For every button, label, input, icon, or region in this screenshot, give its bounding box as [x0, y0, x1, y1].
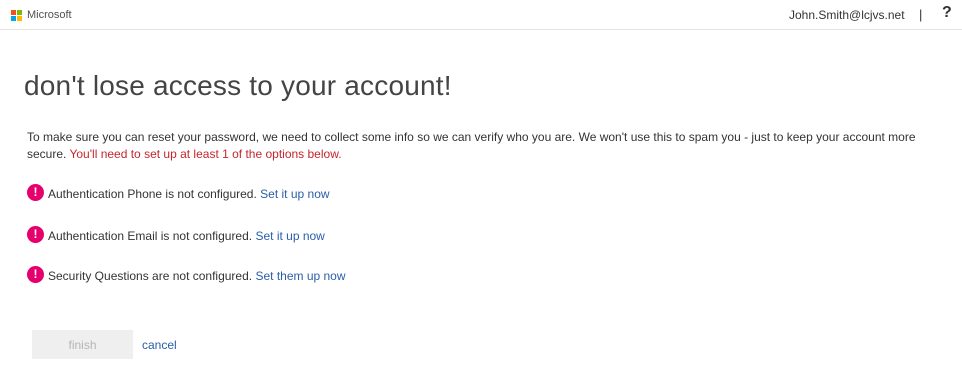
setup-phone-link[interactable]: Set it up now	[260, 187, 329, 201]
requirement-text: You'll need to set up at least 1 of the …	[69, 147, 342, 161]
page-title: don't lose access to your account!	[24, 70, 452, 101]
warning-icon: !	[27, 226, 44, 243]
cancel-link[interactable]: cancel	[142, 338, 177, 352]
intro-text: To make sure you can reset your password…	[27, 129, 937, 163]
setup-questions-link[interactable]: Set them up now	[255, 269, 345, 283]
setup-email-link[interactable]: Set it up now	[255, 229, 324, 243]
item-label: Authentication Email is not configured. …	[48, 229, 325, 243]
top-bar: Microsoft John.Smith@lcjvs.net | ?	[0, 0, 962, 30]
microsoft-logo-icon	[11, 10, 23, 22]
auth-email-status: Authentication Email is not configured.	[48, 229, 253, 243]
security-questions-status: Security Questions are not configured.	[48, 269, 253, 283]
finish-button[interactable]: finish	[32, 330, 133, 359]
item-label: Security Questions are not configured. S…	[48, 269, 346, 283]
header-separator: |	[919, 7, 923, 22]
help-icon[interactable]: ?	[942, 4, 952, 22]
item-label: Authentication Phone is not configured. …	[48, 187, 330, 201]
user-account[interactable]: John.Smith@lcjvs.net	[789, 8, 905, 22]
brand-name: Microsoft	[27, 9, 72, 21]
auth-phone-status: Authentication Phone is not configured.	[48, 187, 257, 201]
warning-icon: !	[27, 266, 44, 283]
warning-icon: !	[27, 184, 44, 201]
